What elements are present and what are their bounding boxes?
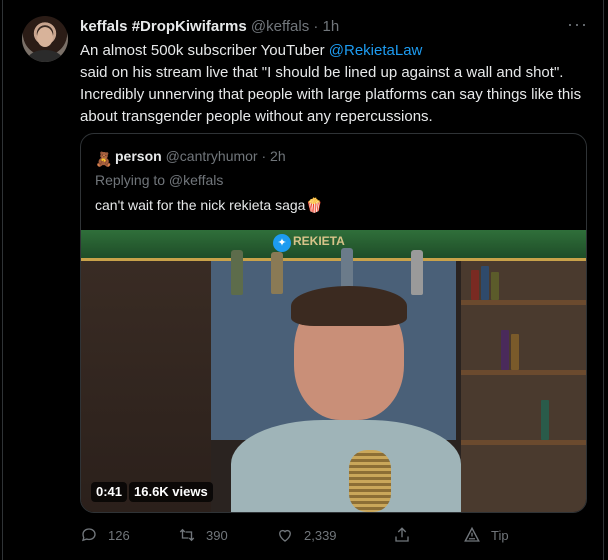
retweet-count: 390 (206, 527, 228, 543)
video-person-hair (291, 286, 407, 326)
tweet-time[interactable]: · 1h (313, 18, 339, 35)
quoted-author-name[interactable]: person (115, 148, 162, 164)
reply-icon (81, 528, 96, 542)
share-button[interactable] (393, 526, 411, 544)
avatar-face (37, 27, 53, 47)
tip-button[interactable]: Tip (463, 526, 509, 544)
bottle (411, 250, 423, 295)
left-border (2, 0, 3, 560)
book (541, 400, 549, 440)
book (491, 272, 499, 300)
book (511, 334, 519, 370)
author-name[interactable]: keffals #DropKiwifarms (80, 18, 247, 35)
shelf (461, 300, 586, 305)
book (481, 266, 489, 300)
author-handle[interactable]: @keffals (251, 18, 309, 35)
heart-icon (279, 529, 291, 542)
quoted-time[interactable]: · 2h (262, 148, 286, 164)
video-wall-left (81, 230, 211, 512)
video-views: 16.6K views (129, 482, 213, 502)
bottle (231, 250, 243, 295)
like-button[interactable]: 2,339 (276, 526, 337, 544)
bottle (271, 252, 283, 294)
video-banner-title: REKIETA (293, 234, 345, 248)
microphone (349, 450, 391, 512)
shelf (461, 370, 586, 375)
tweet-text-part1: An almost 500k subscriber YouTuber (80, 42, 329, 59)
video-banner: ✦ REKIETA (81, 230, 586, 261)
like-count: 2,339 (304, 527, 337, 543)
video-player[interactable]: ✦ REKIETA 0:41 16.6K views (81, 230, 586, 512)
popcorn-emoji-icon: 🍿 (305, 197, 323, 213)
quoted-handle[interactable]: @cantryhumor (166, 148, 258, 164)
tip-label: Tip (491, 527, 509, 543)
tip-icon (464, 526, 480, 542)
quoted-tweet[interactable]: 🧸 person @cantryhumor · 2h Replying to @k… (80, 133, 587, 513)
video-person-shirt (231, 420, 461, 512)
tweet-text: An almost 500k subscriber YouTuber @Reki… (80, 40, 590, 128)
quoted-avatar-icon[interactable]: 🧸 (95, 151, 112, 167)
share-icon (395, 527, 409, 542)
reply-button[interactable]: 126 (80, 526, 130, 544)
tweet-header: keffals #DropKiwifarms @keffals · 1h (80, 18, 339, 35)
quoted-header: 🧸 person @cantryhumor · 2h (95, 148, 286, 167)
author-avatar[interactable] (22, 16, 68, 62)
more-options-icon[interactable]: ··· (567, 14, 588, 35)
quoted-text-body: can't wait for the nick rekieta saga (95, 197, 306, 213)
shelf (461, 440, 586, 445)
right-border (603, 0, 604, 560)
book (501, 330, 509, 370)
video-duration: 0:41 (91, 482, 128, 502)
quoted-text: can't wait for the nick rekieta saga🍿 (95, 197, 323, 214)
tweet-actions: 126 390 2,339 Tip (80, 526, 560, 548)
retweet-button[interactable]: 390 (178, 526, 228, 544)
book (471, 270, 479, 300)
retweet-icon (179, 528, 195, 542)
reply-count: 126 (108, 527, 130, 543)
mention-link[interactable]: @RekietaLaw (329, 42, 423, 59)
twitter-bird-icon: ✦ (273, 234, 291, 252)
tweet-text-part2: said on his stream live that "I should b… (80, 64, 582, 125)
replying-to: Replying to @keffals (95, 172, 224, 188)
avatar-shirt (28, 50, 62, 62)
